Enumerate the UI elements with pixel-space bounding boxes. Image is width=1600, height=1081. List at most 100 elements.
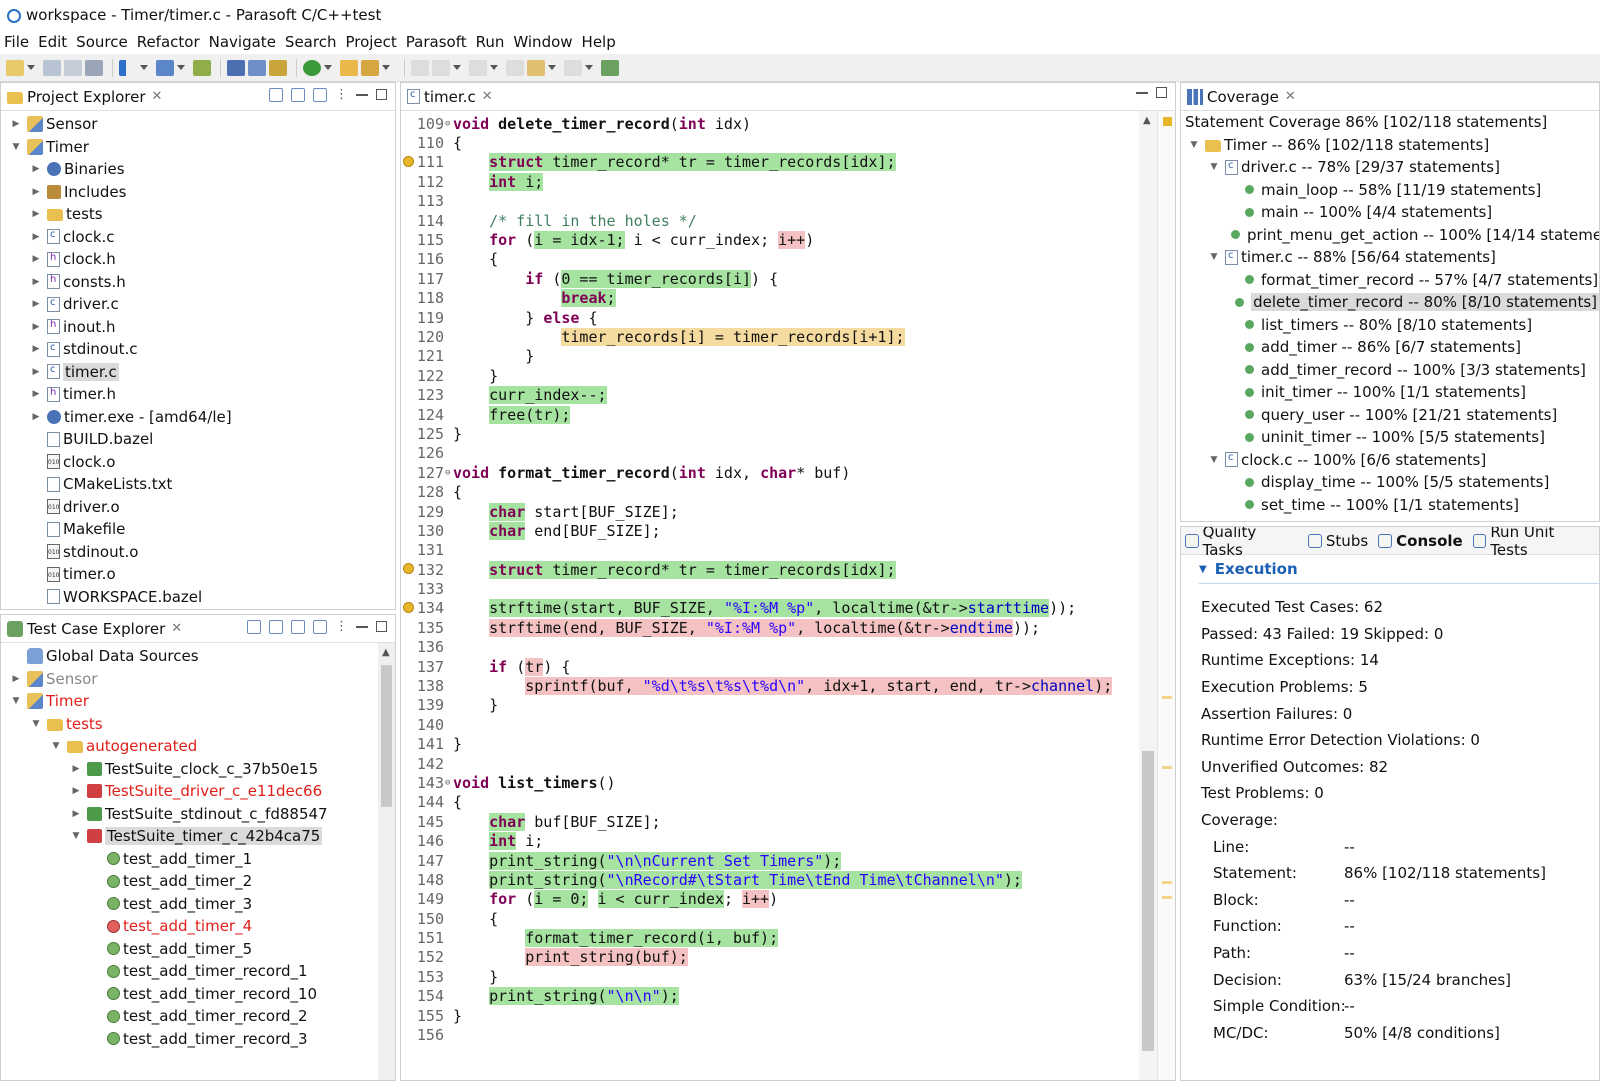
collapsed-chevron-icon[interactable]: ▶ (29, 365, 43, 379)
code-line[interactable]: 109 ⊖ void delete_timer_record(int idx) (401, 114, 1139, 133)
fold-icon[interactable]: ⊖ (445, 778, 453, 788)
project-tree-item[interactable]: ▶ inout.h (1, 316, 395, 339)
test-tree-item[interactable]: test_add_timer_4 (1, 915, 395, 938)
test-tree-item[interactable]: test_add_timer_record_2 (1, 1005, 395, 1028)
test-tree-item[interactable]: ▼ Timer (1, 690, 395, 713)
test-tree-item[interactable]: test_add_timer_record_1 (1, 960, 395, 983)
code-line[interactable]: 148 print_string("\nRecord#\tStart Time\… (401, 870, 1139, 889)
close-icon[interactable]: ✕ (171, 621, 182, 636)
project-tree-item[interactable]: CMakeLists.txt (1, 473, 395, 496)
overview-marker[interactable] (1162, 896, 1172, 899)
save-all-icon[interactable] (64, 59, 82, 76)
forward-dropdown-icon[interactable] (585, 65, 593, 70)
warning-marker-icon[interactable] (403, 155, 414, 167)
collapsed-chevron-icon[interactable]: ▶ (29, 297, 43, 311)
expanded-chevron-icon[interactable]: ▼ (1207, 160, 1221, 174)
collapsed-chevron-icon[interactable]: ▶ (29, 320, 43, 334)
coverage-tree-item[interactable]: main -- 100% [4/4 statements] (1181, 201, 1599, 224)
forward-icon[interactable] (564, 59, 582, 76)
coverage-tree-item[interactable]: add_timer_record -- 100% [3/3 statements… (1181, 359, 1599, 382)
code-line[interactable]: 124 free(tr); (401, 405, 1139, 424)
code-line[interactable]: 146 int i; (401, 831, 1139, 851)
test-tree-item[interactable]: test_add_timer_1 (1, 848, 395, 871)
collapsed-chevron-icon[interactable]: ▶ (29, 252, 43, 266)
expanded-chevron-icon[interactable]: ▼ (29, 717, 43, 731)
test-tree-item[interactable]: test_add_timer_record_3 (1, 1028, 395, 1051)
test-tree-item[interactable]: ▶ TestSuite_driver_c_e11dec66 (1, 780, 395, 803)
test-tree-item[interactable]: ▶ Sensor (1, 668, 395, 691)
project-tree-item[interactable]: stdinout.o (1, 541, 395, 564)
test-icon[interactable] (156, 59, 174, 76)
test-tree-item[interactable]: ▶ TestSuite_stdinout_c_fd88547 (1, 803, 395, 826)
collapse-all-icon[interactable] (269, 87, 283, 102)
run-dropdown-icon[interactable] (140, 65, 148, 70)
code-line[interactable]: 111 struct timer_record* tr = timer_reco… (401, 153, 1139, 172)
menu-help[interactable]: Help (582, 33, 616, 51)
code-line[interactable]: 155} (401, 1006, 1139, 1025)
tab-stubs[interactable]: Stubs (1304, 527, 1374, 555)
menu-run[interactable]: Run (476, 33, 505, 51)
collapsed-chevron-icon[interactable]: ▶ (29, 387, 43, 401)
code-line[interactable]: 114 /* fill in the holes */ (401, 211, 1139, 230)
project-tree-item[interactable]: driver.o (1, 496, 395, 519)
project-tree-item[interactable]: timer.o (1, 563, 395, 586)
minimize-icon[interactable] (1136, 91, 1148, 94)
coverage-tree-item[interactable]: query_user -- 100% [21/21 statements] (1181, 404, 1599, 427)
code-line[interactable]: 151 format_timer_record(i, buf); (401, 928, 1139, 948)
code-line[interactable]: 147 print_string("\n\nCurrent Set Timers… (401, 851, 1139, 870)
analyze-icon[interactable] (227, 59, 245, 76)
code-line[interactable]: 142 (401, 754, 1139, 773)
scroll-thumb[interactable] (1142, 751, 1154, 1051)
test-tree-item[interactable]: ▼ TestSuite_timer_c_42b4ca75 (1, 825, 395, 848)
tab-test-case-explorer[interactable]: Test Case Explorer ✕ (1, 615, 190, 643)
tab-coverage[interactable]: Coverage ✕ (1181, 83, 1304, 111)
coverage-tree-item[interactable]: init_timer -- 100% [1/1 statements] (1181, 381, 1599, 404)
overview-marker[interactable] (1162, 881, 1172, 884)
execution-section-header[interactable]: ▼ Execution (1181, 555, 1599, 583)
project-tree-item[interactable]: ▼ Timer (1, 136, 395, 159)
code-line[interactable]: 121 } (401, 347, 1139, 366)
filter-icon[interactable] (313, 619, 327, 634)
project-tree-item[interactable]: BUILD.bazel (1, 428, 395, 451)
code-line[interactable]: 143 ⊖ void list_timers() (401, 773, 1139, 792)
collapsed-chevron-icon[interactable]: ▶ (29, 207, 43, 221)
scroll-thumb[interactable] (381, 665, 392, 807)
collapse-all-icon[interactable] (269, 619, 283, 634)
analyze-all-icon[interactable] (248, 59, 266, 76)
project-tree-item[interactable]: ▶ clock.h (1, 248, 395, 271)
coverage-tree-item[interactable]: main_loop -- 58% [11/19 statements] (1181, 179, 1599, 202)
coverage-tree-item[interactable]: print_menu_get_action -- 100% [14/14 sta… (1181, 224, 1599, 247)
tab-quality-tasks[interactable]: Quality Tasks (1181, 527, 1304, 559)
code-line[interactable]: 141} (401, 735, 1139, 754)
project-tree-item[interactable]: ▶ timer.c (1, 361, 395, 384)
project-tree-item[interactable]: WORKSPACE.bazel (1, 586, 395, 609)
coverage-tree-item[interactable]: display_time -- 100% [5/5 statements] (1181, 471, 1599, 494)
coverage-tree-item[interactable]: add_timer -- 86% [6/7 statements] (1181, 336, 1599, 359)
code-line[interactable]: 152 print_string(buf); (401, 948, 1139, 967)
refresh-icon[interactable] (247, 619, 261, 634)
new-dropdown-icon[interactable] (27, 65, 35, 70)
expanded-chevron-icon[interactable]: ▼ (1207, 250, 1221, 264)
code-area[interactable]: 109 ⊖ void delete_timer_record(int idx) 110… (401, 111, 1139, 1045)
code-line[interactable]: 127 ⊖ void format_timer_record(int idx, ch… (401, 463, 1139, 482)
code-line[interactable]: 134 strftime(start, BUF_SIZE, "%I:%M %p"… (401, 599, 1139, 618)
project-tree-item[interactable]: ▶ Sensor (1, 113, 395, 136)
minimize-icon[interactable] (356, 93, 368, 96)
code-line[interactable]: 156 (401, 1025, 1139, 1044)
code-line[interactable]: 126 (401, 444, 1139, 463)
project-tree-item[interactable]: ▶ Binaries (1, 158, 395, 181)
code-line[interactable]: 140 (401, 715, 1139, 734)
save-icon[interactable] (43, 59, 61, 76)
code-line[interactable]: 138 sprintf(buf, "%d\t%s\t%s\t%d\n", idx… (401, 676, 1139, 696)
code-line[interactable]: 145 char buf[BUF_SIZE]; (401, 812, 1139, 831)
code-line[interactable]: 144 { (401, 793, 1139, 812)
test-tree-item[interactable]: ▼ autogenerated (1, 735, 395, 758)
build-icon[interactable] (193, 59, 211, 76)
test-tree-scrollbar[interactable]: ▲ (378, 643, 395, 1080)
code-line[interactable]: 115 for (i = idx-1; i < curr_index; i++) (401, 230, 1139, 250)
test-tree-item[interactable]: test_add_timer_5 (1, 938, 395, 961)
test-tree-item[interactable]: ▼ tests (1, 713, 395, 736)
fold-icon[interactable]: ⊖ (445, 119, 453, 129)
prev-annotation-dropdown-icon[interactable] (490, 65, 498, 70)
code-line[interactable]: 122 } (401, 366, 1139, 385)
